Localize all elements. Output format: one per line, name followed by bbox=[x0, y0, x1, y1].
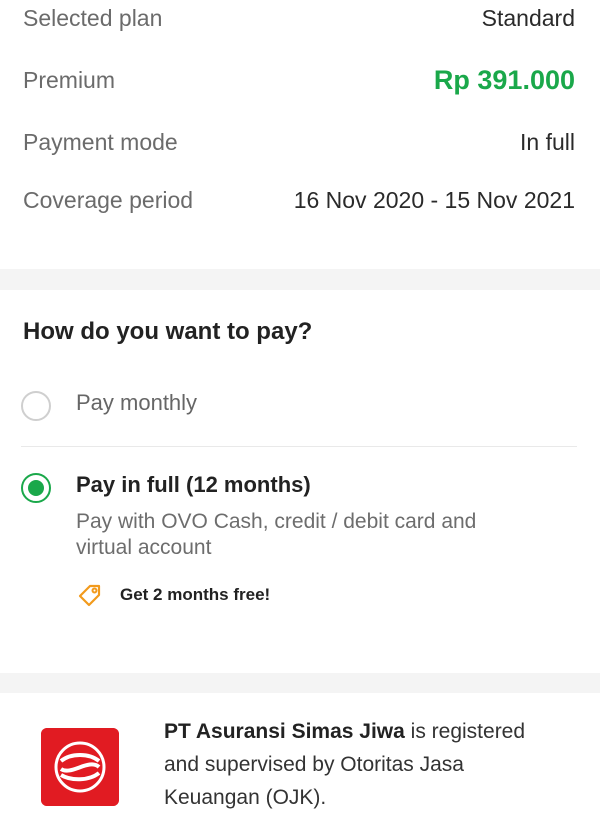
section-divider-2 bbox=[0, 673, 600, 693]
payment-title: How do you want to pay? bbox=[23, 318, 313, 345]
regulatory-footer: PT Asuransi Simas Jiwa is registered and… bbox=[0, 693, 600, 828]
selected-plan-value: Standard bbox=[481, 4, 575, 31]
tag-icon bbox=[78, 584, 101, 607]
section-divider bbox=[0, 269, 600, 290]
pay-in-full-label: Pay in full (12 months) bbox=[76, 472, 311, 497]
simas-logo-icon bbox=[41, 728, 119, 806]
summary-row-coverage-period: Coverage period 16 Nov 2020 - 15 Nov 202… bbox=[23, 160, 575, 240]
selected-plan-label: Selected plan bbox=[23, 4, 163, 31]
pay-monthly-label: Pay monthly bbox=[76, 390, 198, 415]
coverage-period-value: 16 Nov 2020 - 15 Nov 2021 bbox=[293, 186, 575, 213]
payment-mode-label: Payment mode bbox=[23, 128, 178, 155]
payment-mode-value: In full bbox=[520, 128, 575, 155]
promo-text: Get 2 months free! bbox=[120, 585, 271, 604]
premium-value: Rp 391.000 bbox=[433, 64, 575, 95]
coverage-period-label: Coverage period bbox=[23, 186, 194, 213]
company-name: PT Asuransi Simas Jiwa bbox=[164, 720, 405, 743]
premium-label: Premium bbox=[23, 66, 116, 93]
summary-row-premium: Premium Rp 391.000 bbox=[23, 36, 575, 124]
summary-row-payment-mode: Payment mode In full bbox=[23, 124, 575, 160]
promo-badge: Get 2 months free! bbox=[76, 581, 516, 609]
plan-summary: Selected plan Standard Premium Rp 391.00… bbox=[0, 0, 600, 269]
regulatory-text: PT Asuransi Simas Jiwa is registered and… bbox=[164, 715, 564, 814]
summary-row-selected-plan: Selected plan Standard bbox=[23, 0, 575, 36]
pay-in-full-option[interactable]: Pay in full (12 months) Pay with OVO Cas… bbox=[21, 470, 577, 609]
payment-section: How do you want to pay? Pay monthly Pay … bbox=[0, 290, 600, 673]
radio-selected-dot bbox=[28, 480, 44, 496]
pay-monthly-radio[interactable] bbox=[21, 391, 51, 421]
pay-in-full-description: Pay with OVO Cash, credit / debit card a… bbox=[76, 510, 477, 559]
pay-monthly-option[interactable]: Pay monthly bbox=[21, 388, 577, 447]
pay-in-full-radio[interactable] bbox=[21, 473, 51, 503]
